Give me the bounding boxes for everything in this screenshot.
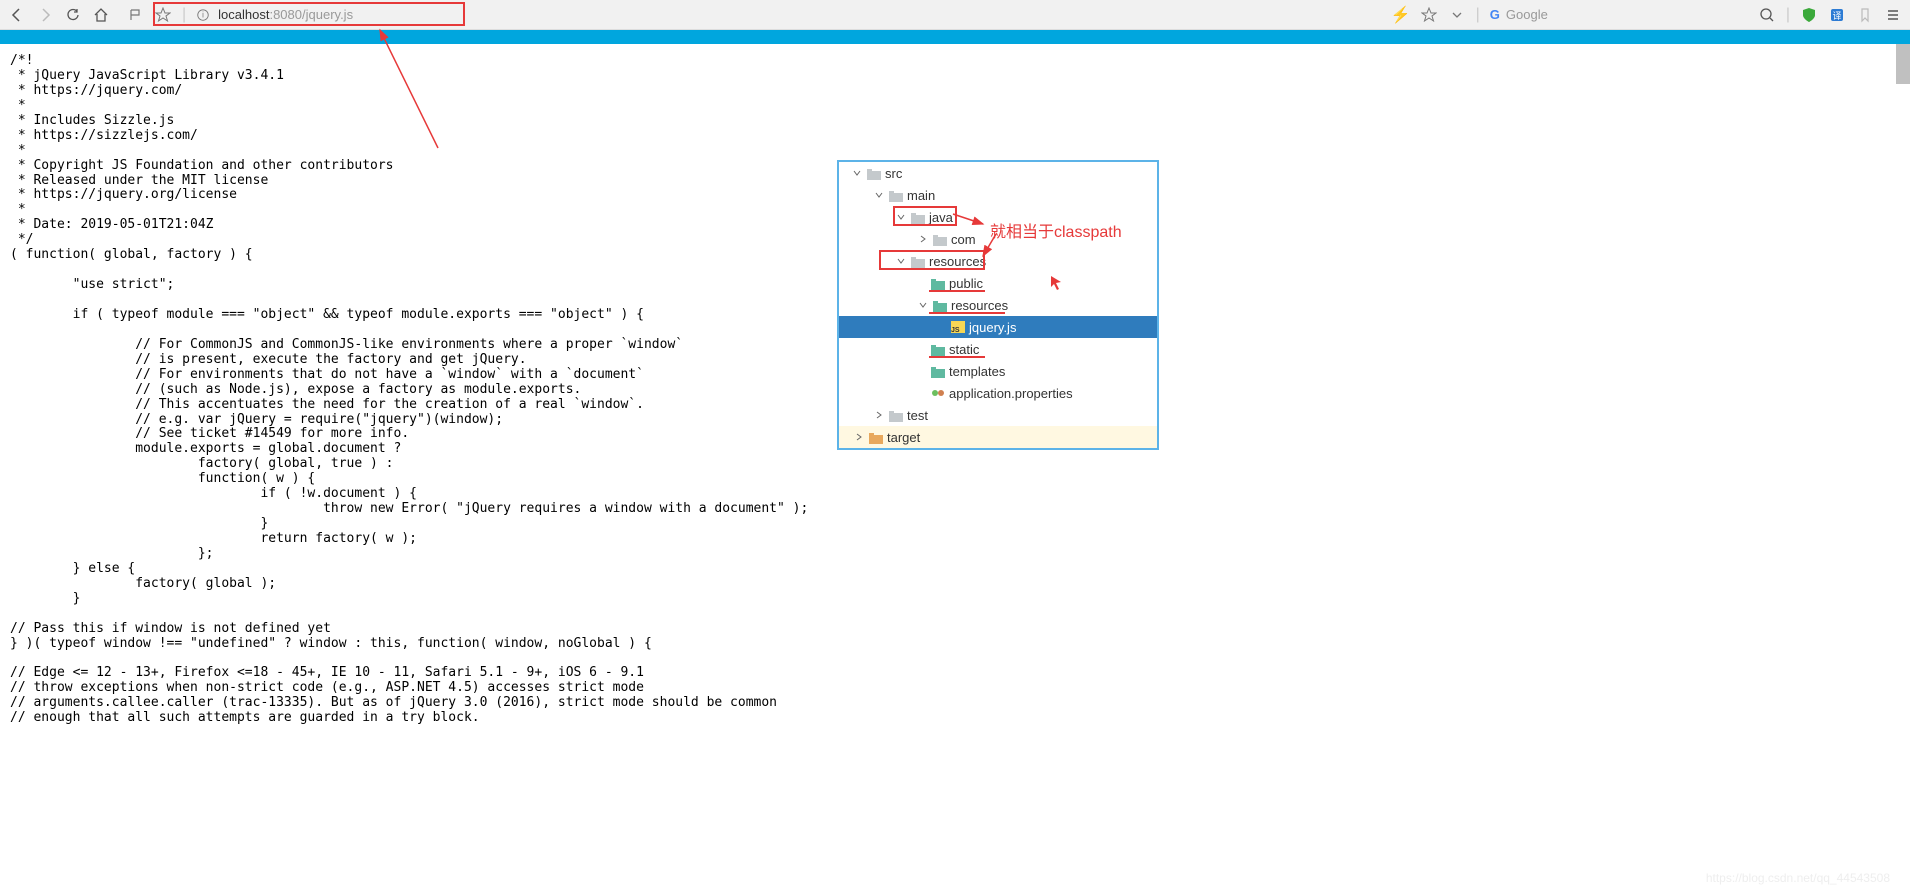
browser-toolbar: | i localhost:8080/jquery.js ⚡ | G Googl… xyxy=(0,0,1910,30)
shield-icon[interactable] xyxy=(1800,6,1818,24)
url-path: /jquery.js xyxy=(302,7,353,22)
blue-divider xyxy=(0,30,1910,44)
reload-button[interactable] xyxy=(64,6,82,24)
folder-icon xyxy=(911,212,925,223)
tree-test[interactable]: test xyxy=(839,404,1157,426)
properties-file-icon xyxy=(931,387,945,399)
translate-icon[interactable]: 译 xyxy=(1828,6,1846,24)
tree-resources[interactable]: resources xyxy=(839,250,1157,272)
annotation-underline-public xyxy=(929,290,985,292)
folder-icon xyxy=(869,432,883,443)
search-engine-label: Google xyxy=(1506,7,1548,22)
tree-main[interactable]: main xyxy=(839,184,1157,206)
project-tree-panel: src main java com resources public resou… xyxy=(837,160,1159,450)
search-box[interactable]: G Google xyxy=(1490,7,1548,22)
folder-icon xyxy=(911,256,925,267)
annotation-underline-static xyxy=(929,356,985,358)
svg-text:译: 译 xyxy=(1832,11,1841,21)
scrollbar-thumb[interactable] xyxy=(1896,44,1910,84)
folder-icon xyxy=(867,168,881,179)
folder-icon xyxy=(933,234,947,245)
annotation-text-classpath: 就相当于classpath xyxy=(990,218,1122,242)
tree-jquery-selected[interactable]: jquery.js xyxy=(839,316,1157,338)
folder-icon xyxy=(931,278,945,289)
tree-static[interactable]: static xyxy=(839,338,1157,360)
annotation-underline-resources2 xyxy=(929,312,1005,314)
star-icon-right[interactable] xyxy=(1420,6,1438,24)
tree-target[interactable]: target xyxy=(839,426,1157,448)
tree-src[interactable]: src xyxy=(839,162,1157,184)
watermark: https://blog.csdn.net/qq_44543508 xyxy=(1706,871,1890,885)
tab-icon[interactable] xyxy=(126,6,144,24)
home-button[interactable] xyxy=(92,6,110,24)
tree-public[interactable]: public xyxy=(839,272,1157,294)
url-port: :8080 xyxy=(269,7,302,22)
tree-appprops[interactable]: application.properties xyxy=(839,382,1157,404)
flash-icon[interactable]: ⚡ xyxy=(1392,6,1410,24)
google-icon: G xyxy=(1490,7,1500,22)
menu-icon[interactable] xyxy=(1884,6,1902,24)
address-bar[interactable]: localhost:8080/jquery.js xyxy=(214,5,357,24)
dropdown-icon[interactable] xyxy=(1448,6,1466,24)
back-button[interactable] xyxy=(8,6,26,24)
tree-templates[interactable]: templates xyxy=(839,360,1157,382)
bookmark-icon[interactable] xyxy=(1856,6,1874,24)
star-icon[interactable] xyxy=(154,6,172,24)
js-file-icon xyxy=(951,321,965,333)
folder-icon xyxy=(889,410,903,421)
svg-text:i: i xyxy=(202,10,204,19)
search-icon[interactable] xyxy=(1758,6,1776,24)
forward-button[interactable] xyxy=(36,6,54,24)
folder-icon xyxy=(889,190,903,201)
info-icon[interactable]: i xyxy=(196,6,210,24)
folder-icon xyxy=(931,366,945,377)
url-host: localhost xyxy=(218,7,269,22)
folder-icon xyxy=(931,344,945,355)
folder-icon xyxy=(933,300,947,311)
